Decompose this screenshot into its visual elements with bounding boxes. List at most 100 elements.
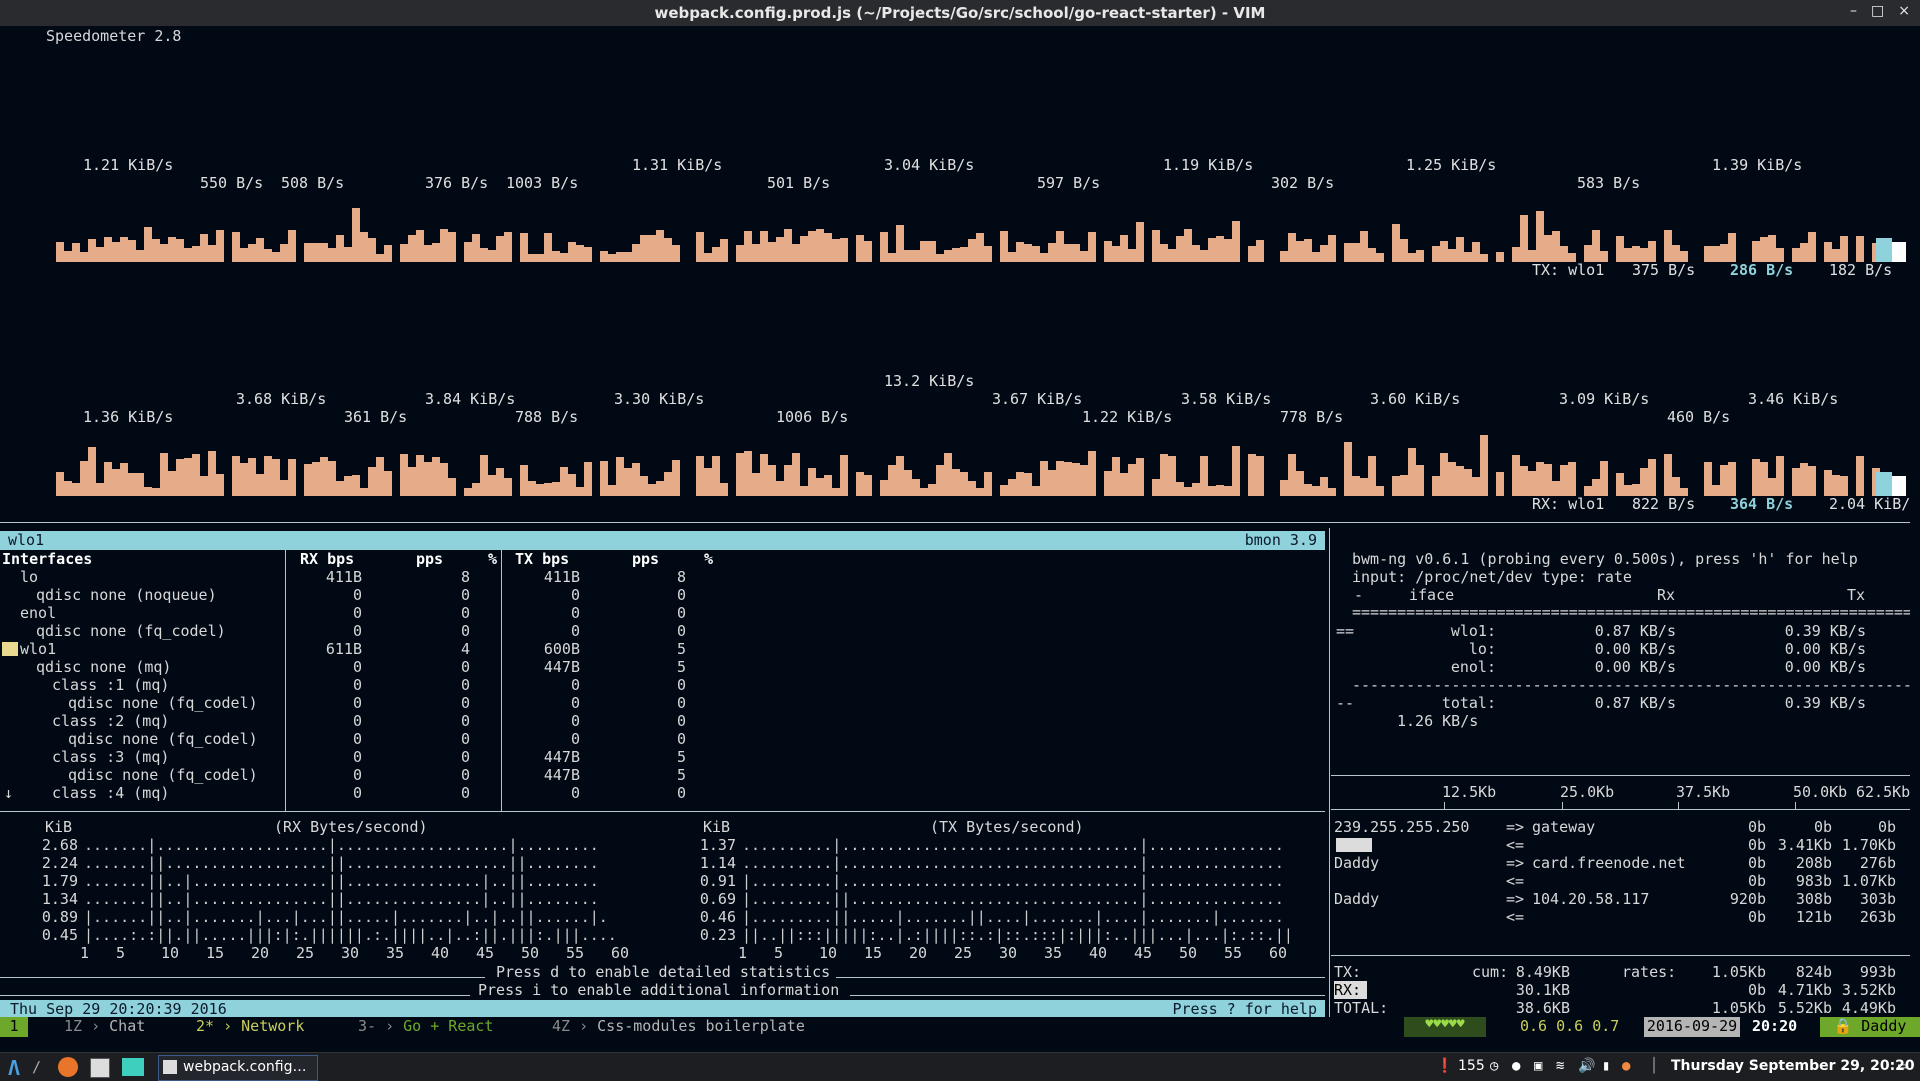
tmux-window-0[interactable]: 1Z › Chat: [64, 1017, 145, 1035]
bmon-row-name[interactable]: class :4 (mq): [52, 784, 169, 802]
updates-count[interactable]: 155: [1458, 1058, 1485, 1074]
iftop-total-label: TX:: [1334, 963, 1362, 981]
graph-x-tick: 1: [80, 944, 90, 962]
bmon-date: Thu Sep 29 20:20:39 2016: [10, 1000, 227, 1018]
graph-bar: [1448, 462, 1456, 496]
arch-menu-icon[interactable]: Λ: [8, 1056, 20, 1080]
wifi-icon[interactable]: ≋: [1556, 1058, 1564, 1074]
iftop-traffic-bar: [1336, 838, 1372, 852]
graph-bar: [1664, 454, 1672, 496]
notification-icon[interactable]: ●: [1622, 1058, 1630, 1074]
terminal-icon[interactable]: [90, 1058, 110, 1078]
bmon-row-name[interactable]: qdisc none (fq_codel): [36, 622, 226, 640]
graph-x-tick: 25: [954, 944, 973, 962]
bmon-row-name[interactable]: qdisc none (fq_codel): [68, 730, 258, 748]
iftop-total-a: 0b: [1747, 981, 1766, 999]
graph-bar: [1568, 462, 1576, 496]
graph-bar: [320, 457, 328, 496]
graph-bar: [1232, 446, 1240, 496]
graph-bar: [408, 467, 416, 496]
graph-bar: [944, 453, 952, 496]
graph-rate-label: 1.22 KiB/s: [1082, 408, 1173, 426]
bmon-row-name[interactable]: class :2 (mq): [52, 712, 169, 730]
graph-bar: [1672, 477, 1680, 496]
hint-detailed: Press d to enable detailed statistics: [496, 963, 831, 981]
graph-bar: [160, 453, 168, 496]
graph-bar: [88, 447, 96, 496]
graph-x-tick: 20: [909, 944, 928, 962]
tx-footer-iface: TX: wlo1: [1532, 261, 1605, 279]
show-desktop-icon[interactable]: ▭: [1898, 1058, 1906, 1074]
bmon-row-name[interactable]: class :1 (mq): [52, 676, 169, 694]
alert-icon[interactable]: ❗: [1436, 1058, 1453, 1074]
iftop-total-c: 3.52Kb: [1841, 981, 1896, 999]
graph-bar: [1320, 477, 1328, 496]
graph-bar: [1520, 466, 1528, 496]
bmon-row-tx: 447B: [543, 766, 580, 784]
bmon-row-tx: 0: [570, 604, 580, 622]
graph-bar: [1056, 461, 1064, 496]
graph-bar: [1000, 485, 1008, 496]
graph-bar: [600, 461, 608, 496]
graph-bar: [1024, 473, 1032, 496]
graph-bar: [120, 463, 128, 496]
bmon-row-rxp: 0: [460, 658, 470, 676]
hint-rule: [836, 977, 1325, 978]
tray-separator-icon: ▕: [1646, 1058, 1655, 1074]
clipboard-icon[interactable]: ▣: [1534, 1058, 1542, 1074]
bmon-row-name[interactable]: qdisc none (noqueue): [36, 586, 217, 604]
iftop-rate-c: 1.07Kb: [1841, 872, 1896, 890]
bmon-row-rxp: 8: [460, 568, 470, 586]
graph-bar: [672, 460, 680, 496]
volume-icon[interactable]: 🔊: [1578, 1058, 1595, 1074]
graph-bar: [1048, 470, 1056, 496]
firefox-icon[interactable]: [58, 1057, 78, 1077]
files-icon[interactable]: [122, 1058, 144, 1076]
graph-bar: [1648, 459, 1656, 496]
graph-bar: [1008, 479, 1016, 496]
bmon-row-name[interactable]: wlo1: [20, 640, 56, 658]
graph-bar: [1192, 483, 1200, 496]
graph-bar: [648, 484, 656, 496]
bmon-version: bmon 3.9: [1244, 531, 1317, 549]
iftop-total-a: 1.05Kb: [1711, 999, 1766, 1017]
tmux-window-name: Chat: [109, 1017, 146, 1035]
graph-bar: [280, 480, 288, 496]
tmux-window-2[interactable]: 3- › Go + React: [358, 1017, 493, 1035]
bmon-row-rx: 0: [352, 604, 362, 622]
graph-bar: [192, 454, 200, 496]
bmon-row-name[interactable]: qdisc none (mq): [36, 658, 171, 676]
graph-bar: [768, 465, 776, 496]
graph-bar: [1760, 462, 1768, 496]
iftop-rate-b: 121b: [1795, 908, 1832, 926]
taskbar-clock[interactable]: Thursday September 29, 20:20: [1671, 1058, 1915, 1074]
selection-cursor: [2, 642, 18, 656]
iftop-rate-a: 0b: [1747, 836, 1766, 854]
graph-bar: [936, 465, 944, 496]
tmux-hearts: ♥♥♥♥♥: [1404, 1017, 1486, 1037]
bwm-row-iface: wlo1:: [1450, 622, 1496, 640]
bwm-row-iface: lo:: [1468, 640, 1496, 658]
tmux-window-3[interactable]: 4Z › Css-modules boilerplate: [552, 1017, 805, 1035]
graph-bar: [1168, 456, 1176, 496]
graph-bar: [720, 483, 728, 496]
graph-bar: [1640, 468, 1648, 496]
graph-bar: [1080, 465, 1088, 496]
graph-bar: [1824, 470, 1832, 496]
task-label: webpack.config…: [183, 1059, 307, 1075]
taskbar: Λ ∕ webpack.config… ❗ 155 ◷ ● ▣ ≋ 🔊 ▮ ● …: [0, 1052, 1920, 1081]
iftop-total-c: 4.49Kb: [1841, 999, 1896, 1017]
iftop-rate-a: 0b: [1747, 908, 1766, 926]
task-button-vim[interactable]: webpack.config…: [158, 1055, 318, 1081]
bmon-row-name[interactable]: class :3 (mq): [52, 748, 169, 766]
graph-y-tick: 0.89: [41, 908, 78, 926]
bmon-row-name[interactable]: qdisc none (fq_codel): [68, 694, 258, 712]
tmux-window-1[interactable]: 2* › Network: [196, 1017, 304, 1035]
bwm-row-tx: 0.00 KB/s: [1784, 658, 1866, 676]
graph-bar: [352, 475, 360, 496]
bmon-row-name[interactable]: qdisc none (fq_codel): [68, 766, 258, 784]
bmon-row-name[interactable]: lo: [20, 568, 38, 586]
bmon-row-name[interactable]: enol: [20, 604, 56, 622]
battery-icon[interactable]: ▮: [1602, 1058, 1610, 1074]
graph-unit: KiB: [45, 818, 73, 836]
